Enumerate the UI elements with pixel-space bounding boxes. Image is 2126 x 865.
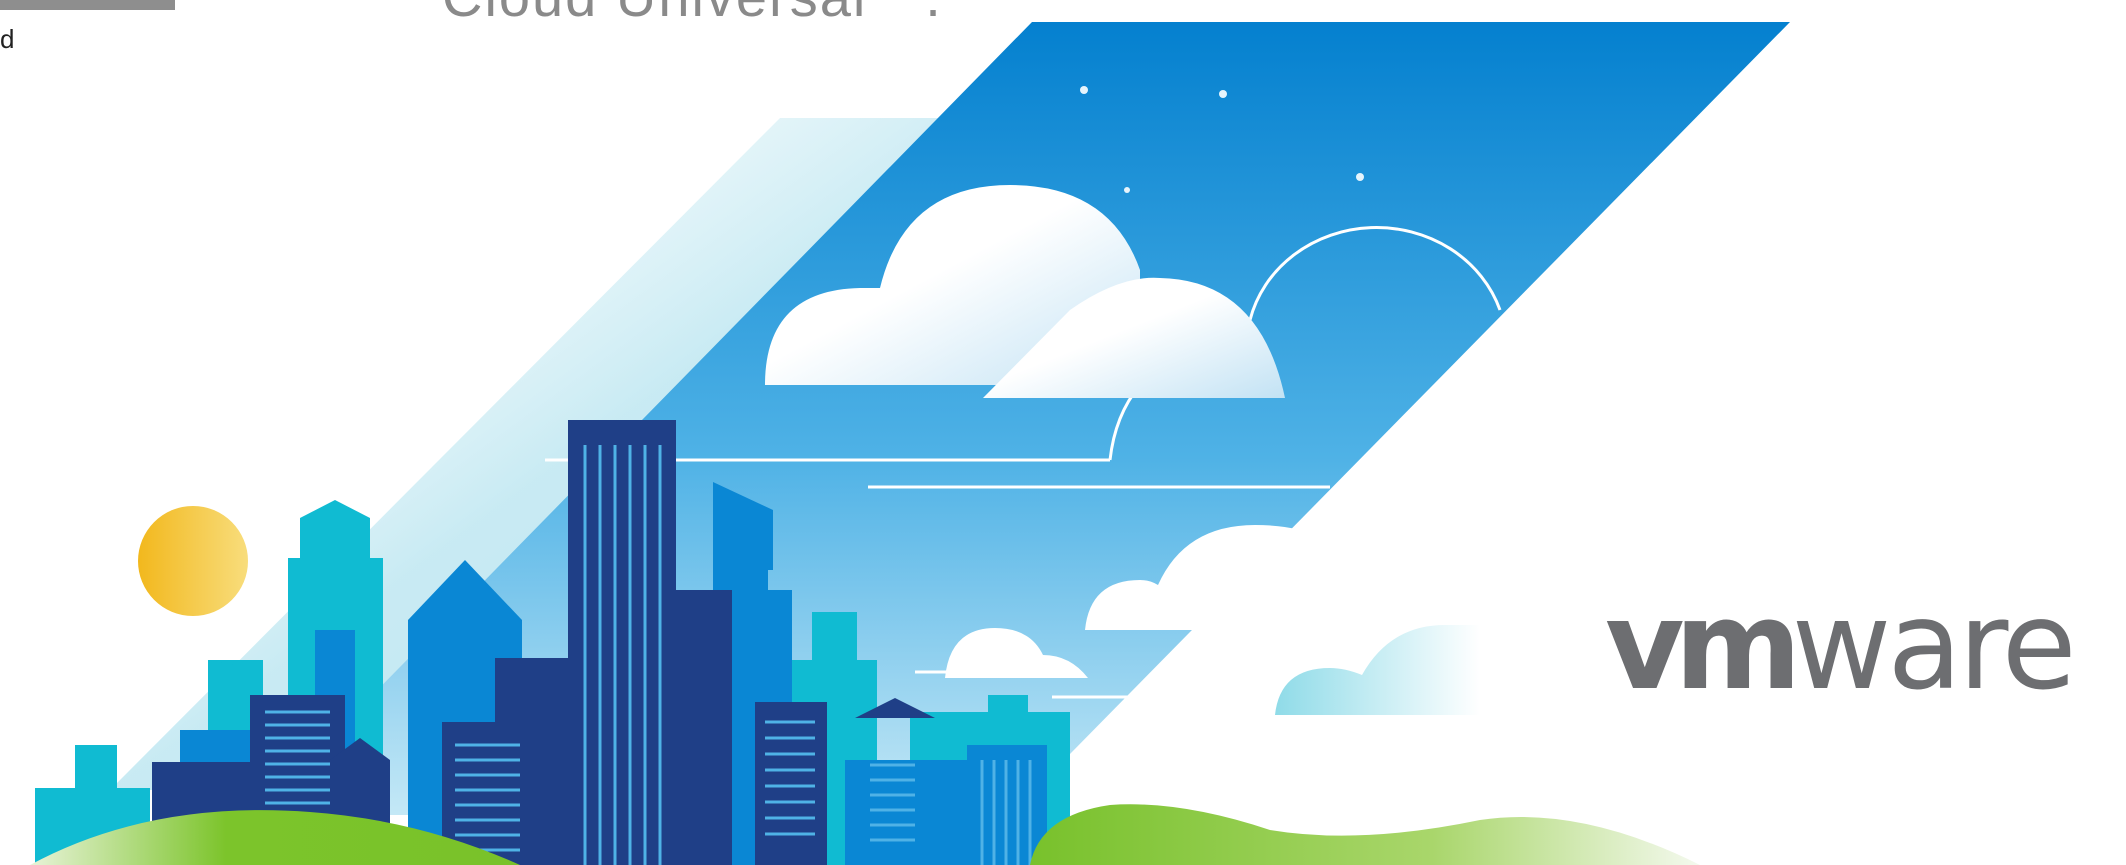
star — [1219, 90, 1227, 98]
cloud-teal — [1275, 625, 1480, 715]
city-cloud-illustration — [30, 22, 1790, 865]
vmware-logo: vmware — [1605, 575, 2077, 717]
grass-hill-right — [1030, 804, 1700, 865]
star — [1080, 86, 1088, 94]
star — [1356, 173, 1364, 181]
sun — [138, 506, 248, 616]
star — [1124, 187, 1130, 193]
